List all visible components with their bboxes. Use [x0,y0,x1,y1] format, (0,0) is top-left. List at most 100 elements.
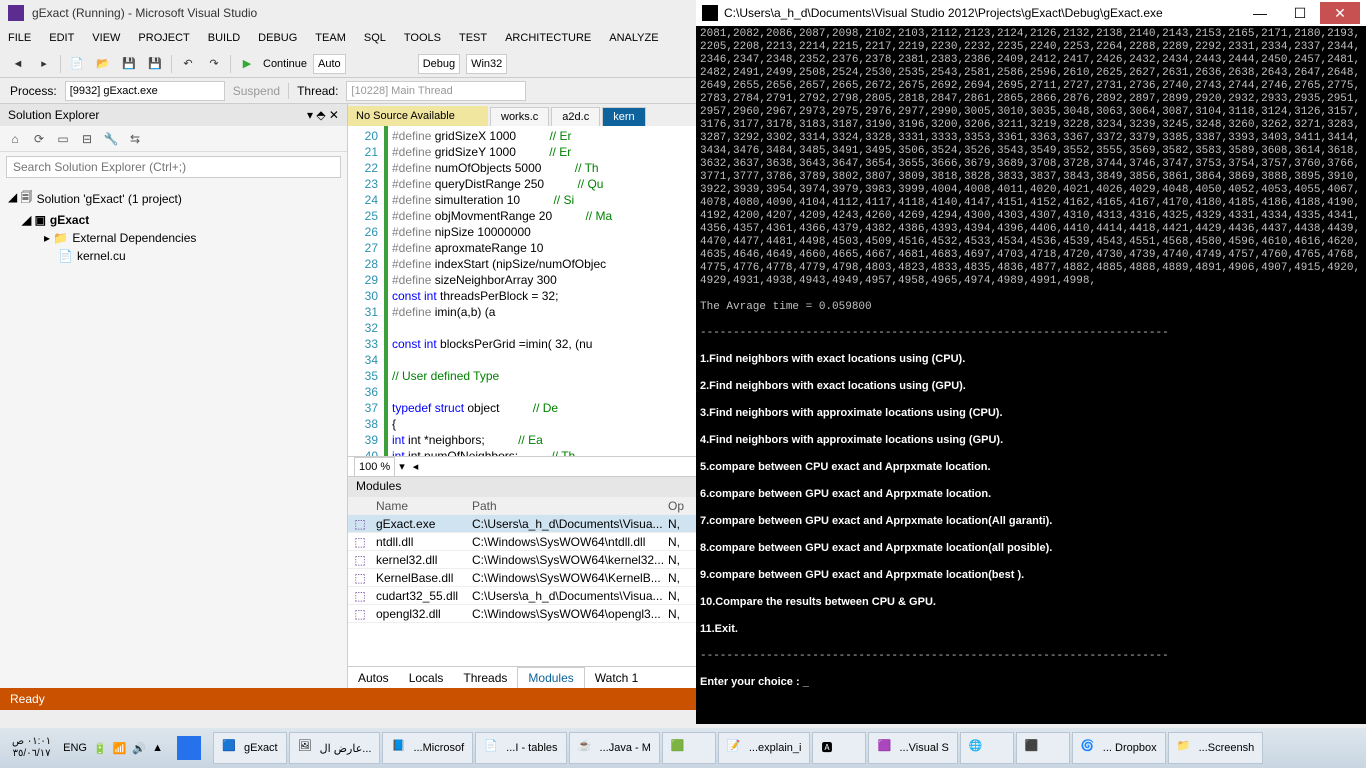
console-output[interactable]: 2081,2082,2086,2087,2098,2102,2103,2112,… [696,26,1366,724]
task-item[interactable]: 🌀... Dropbox [1072,732,1166,764]
process-combo[interactable]: [9932] gExact.exe [65,81,225,101]
console-title: C:\Users\a_h_d\Documents\Visual Studio 2… [724,6,1240,20]
bottom-tab-modules[interactable]: Modules [517,667,584,688]
tab-a2d[interactable]: a2d.c [551,107,600,126]
task-item[interactable]: ⬛ [1016,732,1070,764]
menu-view[interactable]: VIEW [92,32,120,44]
minimize-button[interactable]: — [1240,2,1280,24]
collapse-icon[interactable]: ⊟ [78,130,96,148]
lang-indicator[interactable]: ENG [63,742,87,754]
clock[interactable]: ٠١:٠١ ص ٣٥/٠٦/١٧ [6,736,57,760]
continue-icon[interactable]: ▶ [237,54,257,74]
bottom-tab-threads[interactable]: Threads [453,668,517,688]
vs-title: gExact (Running) - Microsoft Visual Stud… [32,6,257,20]
taskbar: ٠١:٠١ ص ٣٥/٠٦/١٧ ENG 🔋 📶 🔊 ▲ 🟦gExact🖼عار… [0,728,1366,768]
close-button[interactable]: ✕ [1320,2,1360,24]
task-item[interactable]: 🟦gExact [213,732,287,764]
console-titlebar: C:\Users\a_h_d\Documents\Visual Studio 2… [696,0,1366,26]
module-row[interactable]: ⬚opengl32.dllC:\Windows\SysWOW64\opengl3… [348,605,696,623]
no-source-tab[interactable]: No Source Available [348,106,488,126]
zoom-bar: 100 % ▾ ◂ [348,456,696,476]
task-item[interactable]: 🅰 [812,732,866,764]
home-icon[interactable]: ⌂ [6,130,24,148]
menu-architecture[interactable]: ARCHITECTURE [505,32,591,44]
thread-combo[interactable]: [10228] Main Thread [346,81,526,101]
menu-build[interactable]: BUILD [208,32,240,44]
module-row[interactable]: ⬚kernel32.dllC:\Windows\SysWOW64\kernel3… [348,551,696,569]
tab-works[interactable]: works.c [490,107,549,126]
code-area[interactable]: 2021222324252627282930313233343536373839… [348,126,696,456]
tray-icon[interactable]: 📶 [113,742,127,755]
zoom-combo[interactable]: 100 % [354,457,395,477]
task-item[interactable]: ☕...Java - M [569,732,660,764]
tree-project[interactable]: gExact [50,213,89,227]
tray-icon[interactable]: 🔊 [132,742,146,755]
task-item[interactable]: 🟩 [662,732,716,764]
pane-pin-icon[interactable]: ▾ ⬘ ✕ [307,108,339,122]
config-platform-combo[interactable]: Win32 [466,54,507,74]
config-auto-combo[interactable]: Auto [313,54,346,74]
refresh-icon[interactable]: ⟳ [30,130,48,148]
vs-titlebar: gExact (Running) - Microsoft Visual Stud… [0,0,696,26]
task-item[interactable]: 🟪...Visual S [868,732,957,764]
module-row[interactable]: ⬚cudart32_55.dllC:\Users\a_h_d\Documents… [348,587,696,605]
save-icon[interactable]: 💾 [119,54,139,74]
module-row[interactable]: ⬚gExact.exeC:\Users\a_h_d\Documents\Visu… [348,515,696,533]
undo-icon[interactable]: ↶ [178,54,198,74]
menu-project[interactable]: PROJECT [138,32,189,44]
task-item[interactable]: 📝...explain_i [718,732,811,764]
menu-file[interactable]: FILE [8,32,31,44]
module-row[interactable]: ⬚ntdll.dllC:\Windows\SysWOW64\ntdll.dllN… [348,533,696,551]
task-item[interactable]: 🌐 [960,732,1014,764]
menu-analyze[interactable]: ANALYZE [609,32,658,44]
task-item[interactable]: 📁...Screensh [1168,732,1264,764]
tree-file-kernel[interactable]: kernel.cu [77,249,126,263]
open-icon[interactable]: 📂 [93,54,113,74]
sol-search-input[interactable] [6,156,341,178]
bottom-tab-watch 1[interactable]: Watch 1 [585,668,649,688]
tree-external-deps[interactable]: External Dependencies [72,231,196,245]
task-item[interactable]: 📘...Microsof [382,732,473,764]
tray-icon[interactable]: ▲ [152,742,163,754]
show-all-icon[interactable]: ▭ [54,130,72,148]
redo-icon[interactable]: ↷ [204,54,224,74]
start-button[interactable] [169,728,209,768]
tab-kernel[interactable]: kern [602,107,645,126]
vs-toolbar: ◄ ▸ 📄 📂 💾 💾 ↶ ↷ ▶ Continue Auto Debug Wi… [0,50,696,78]
code-text[interactable]: #define gridSizeX 1000 // Er#define grid… [388,126,696,456]
code-editor-pane: No Source Available works.c a2d.c kern 2… [348,104,696,688]
vs-process-bar: Process: [9932] gExact.exe Suspend Threa… [0,78,696,104]
bottom-tab-autos[interactable]: Autos [348,668,399,688]
solution-explorer-pane: Solution Explorer ▾ ⬘ ✕ ⌂ ⟳ ▭ ⊟ 🔧 ⇆ ◢ 🗐S… [0,104,348,688]
menu-sql[interactable]: SQL [364,32,386,44]
new-file-icon[interactable]: 📄 [67,54,87,74]
console-icon [702,5,718,21]
sync-icon[interactable]: ⇆ [126,130,144,148]
module-row[interactable]: ⬚KernelBase.dllC:\Windows\SysWOW64\Kerne… [348,569,696,587]
save-all-icon[interactable]: 💾 [145,54,165,74]
tray-icon[interactable]: 🔋 [93,742,107,755]
nav-back-icon[interactable]: ◄ [8,54,28,74]
modules-title: Modules [348,477,696,497]
task-item[interactable]: 📄...I - tables [475,732,566,764]
line-gutter: 2021222324252627282930313233343536373839… [348,126,388,456]
solution-tree[interactable]: ◢ 🗐Solution 'gExact' (1 project) ◢ ▣gExa… [0,182,347,688]
menu-edit[interactable]: EDIT [49,32,74,44]
continue-label[interactable]: Continue [263,58,307,70]
properties-icon[interactable]: 🔧 [102,130,120,148]
config-debug-combo[interactable]: Debug [418,54,460,74]
menu-test[interactable]: TEST [459,32,487,44]
maximize-button[interactable]: ☐ [1280,2,1320,24]
sol-search [0,152,347,182]
editor-tabs: No Source Available works.c a2d.c kern [348,104,696,126]
menu-debug[interactable]: DEBUG [258,32,297,44]
bottom-tab-locals[interactable]: Locals [399,668,454,688]
modules-table[interactable]: NamePathOp⬚gExact.exeC:\Users\a_h_d\Docu… [348,497,696,666]
solution-explorer-title: Solution Explorer ▾ ⬘ ✕ [0,104,347,126]
task-item[interactable]: 🖼عارض ال... [289,732,381,764]
menu-tools[interactable]: TOOLS [404,32,441,44]
menu-team[interactable]: TEAM [315,32,346,44]
tree-solution[interactable]: Solution 'gExact' (1 project) [37,192,182,206]
nav-fwd-icon[interactable]: ▸ [34,54,54,74]
suspend-button[interactable]: Suspend [233,84,280,98]
